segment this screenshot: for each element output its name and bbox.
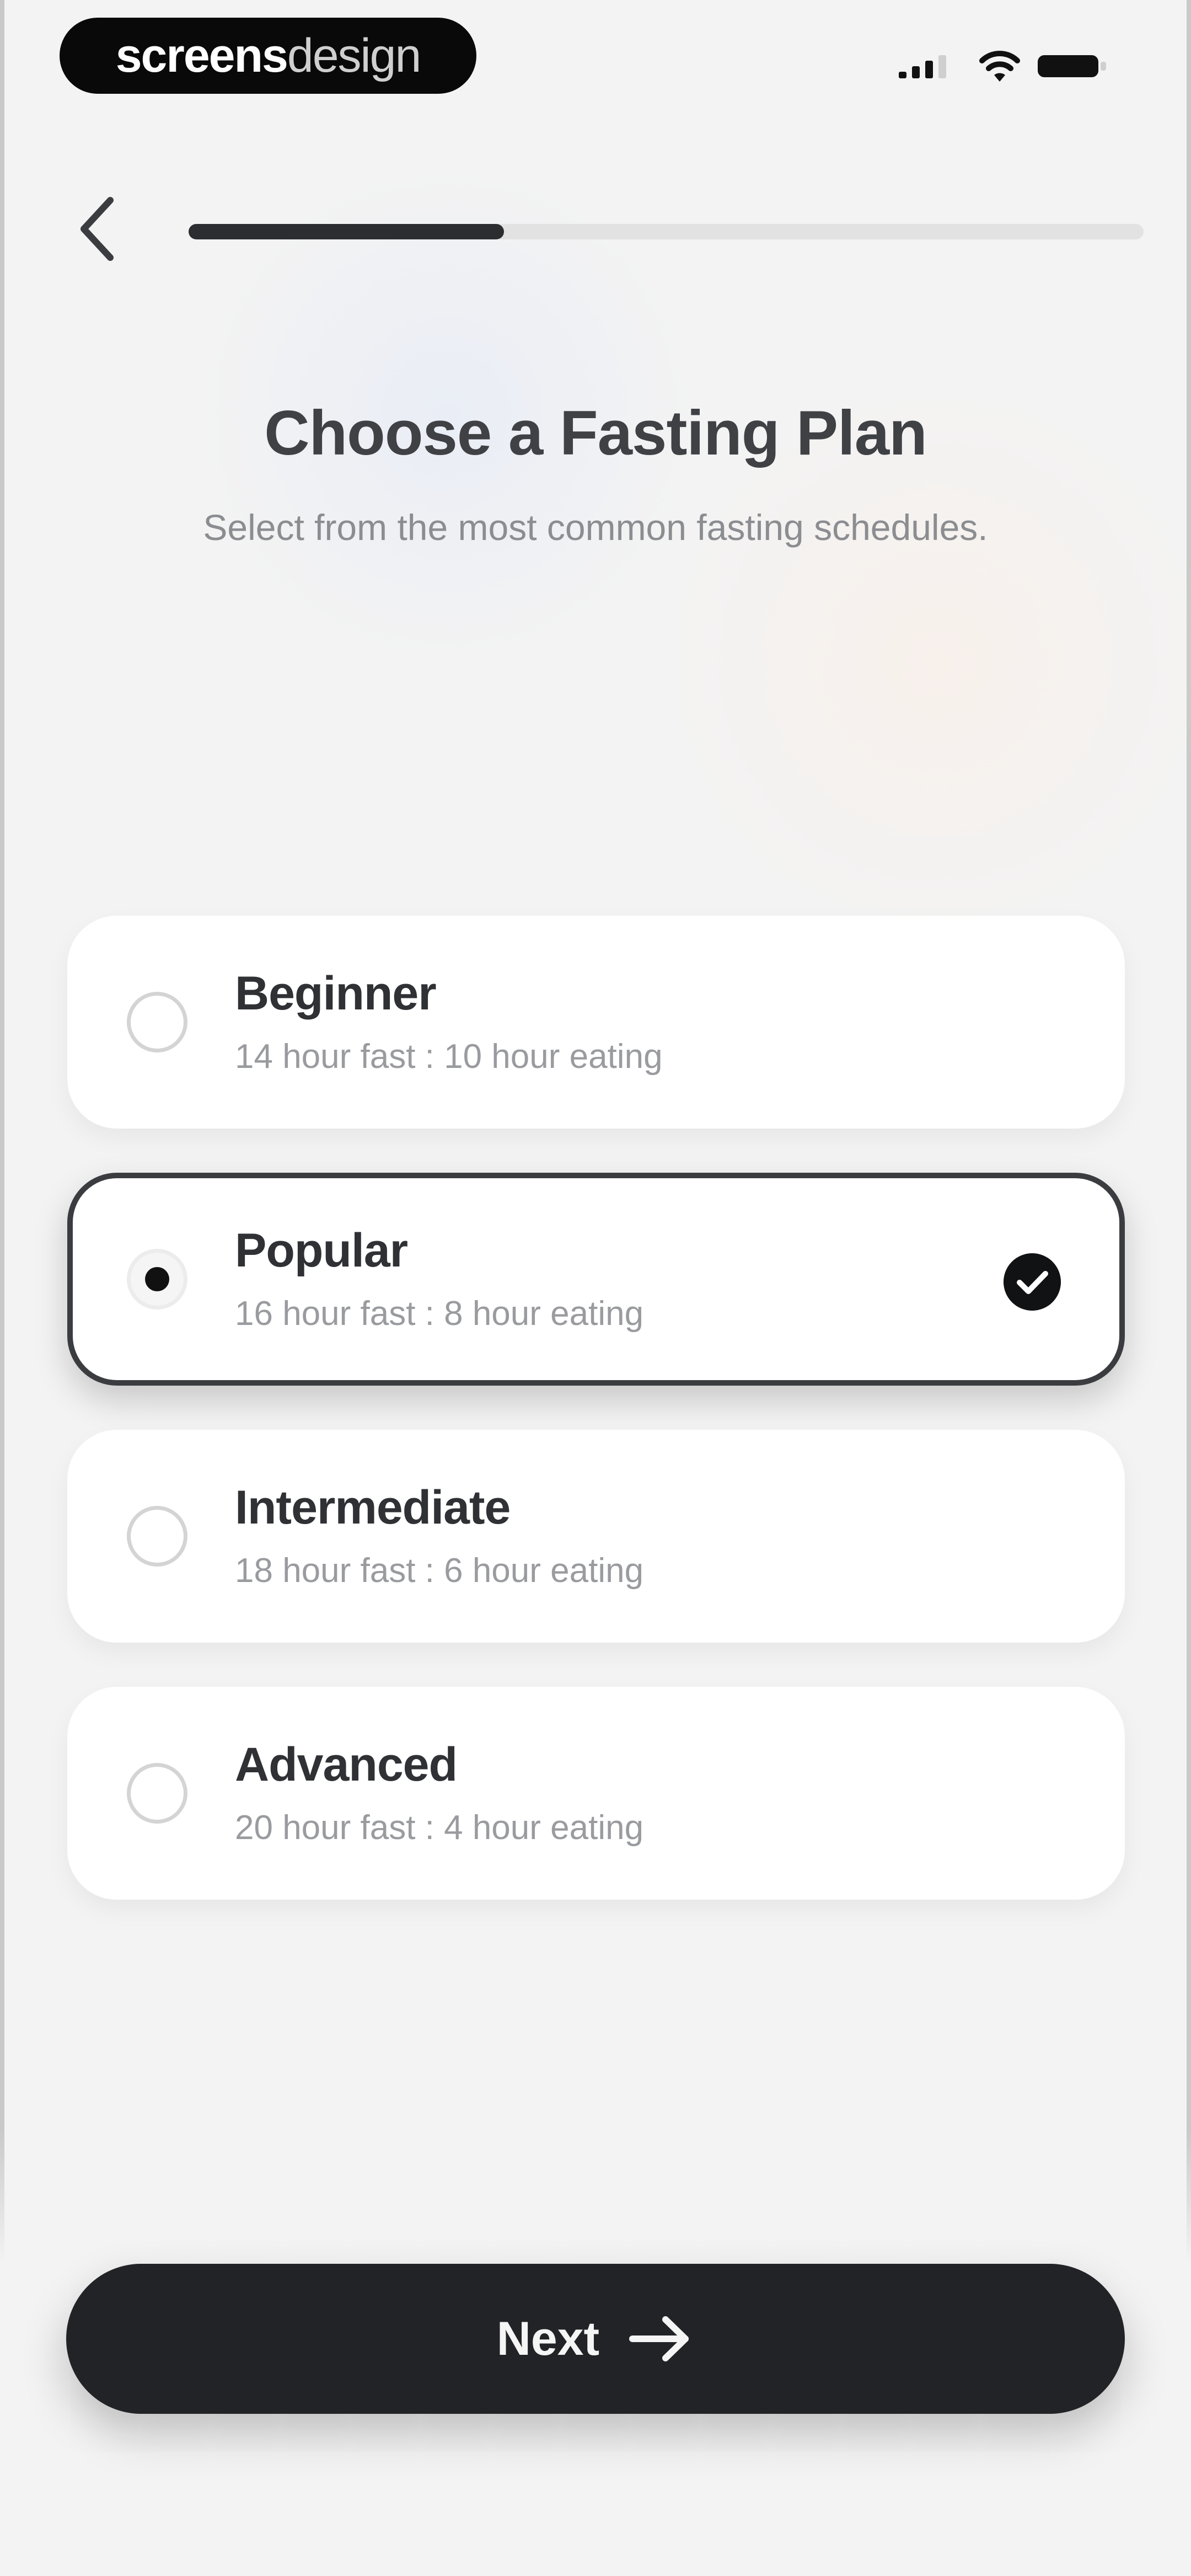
plan-name: Intermediate: [235, 1481, 511, 1534]
plan-name: Popular: [235, 1224, 408, 1277]
plan-description: 20 hour fast : 4 hour eating: [235, 1809, 644, 1847]
plan-description: 16 hour fast : 8 hour eating: [235, 1295, 644, 1333]
radio-button[interactable]: [127, 1506, 187, 1567]
plan-description: 14 hour fast : 10 hour eating: [235, 1038, 663, 1076]
cellular-signal-icon: [899, 55, 946, 78]
status-bar-icons: [899, 49, 1119, 87]
plan-option-beginner[interactable]: Beginner 14 hour fast : 10 hour eating: [67, 916, 1125, 1129]
brand-watermark: screens design: [60, 18, 476, 94]
arrow-right-icon: [629, 2316, 689, 2361]
plan-option-advanced[interactable]: Advanced 20 hour fast : 4 hour eating: [67, 1687, 1125, 1900]
battery-icon: [1038, 55, 1106, 77]
page-title: Choose a Fasting Plan: [264, 398, 927, 468]
radio-selected-dot: [145, 1267, 169, 1291]
next-button-label: Next: [496, 2312, 600, 2365]
check-circle-icon: [1004, 1253, 1061, 1311]
next-button[interactable]: Next: [66, 2264, 1125, 2414]
radio-button-selected[interactable]: [127, 1249, 187, 1310]
wifi-icon: [979, 51, 1020, 82]
plan-name: Beginner: [235, 967, 437, 1020]
brand-watermark-light: design: [287, 29, 421, 82]
plan-name: Advanced: [235, 1738, 458, 1791]
plan-option-popular[interactable]: Popular 16 hour fast : 8 hour eating: [67, 1173, 1125, 1386]
fasting-plan-screen: screens design Choose a Fasting Plan Sel…: [0, 0, 1191, 2576]
radio-button[interactable]: [127, 1763, 187, 1824]
onboarding-progress-fill: [189, 224, 504, 239]
chevron-left-icon: [81, 197, 114, 261]
onboarding-progress-bar: [189, 224, 1144, 239]
brand-watermark-bold: screens: [115, 29, 288, 82]
plan-description: 18 hour fast : 6 hour eating: [235, 1552, 644, 1590]
plan-list: Beginner 14 hour fast : 10 hour eating P…: [67, 916, 1125, 1944]
plan-option-intermediate[interactable]: Intermediate 18 hour fast : 6 hour eatin…: [67, 1430, 1125, 1643]
back-button[interactable]: [71, 193, 126, 265]
page-subtitle: Select from the most common fasting sche…: [203, 507, 988, 548]
radio-button[interactable]: [127, 992, 187, 1052]
